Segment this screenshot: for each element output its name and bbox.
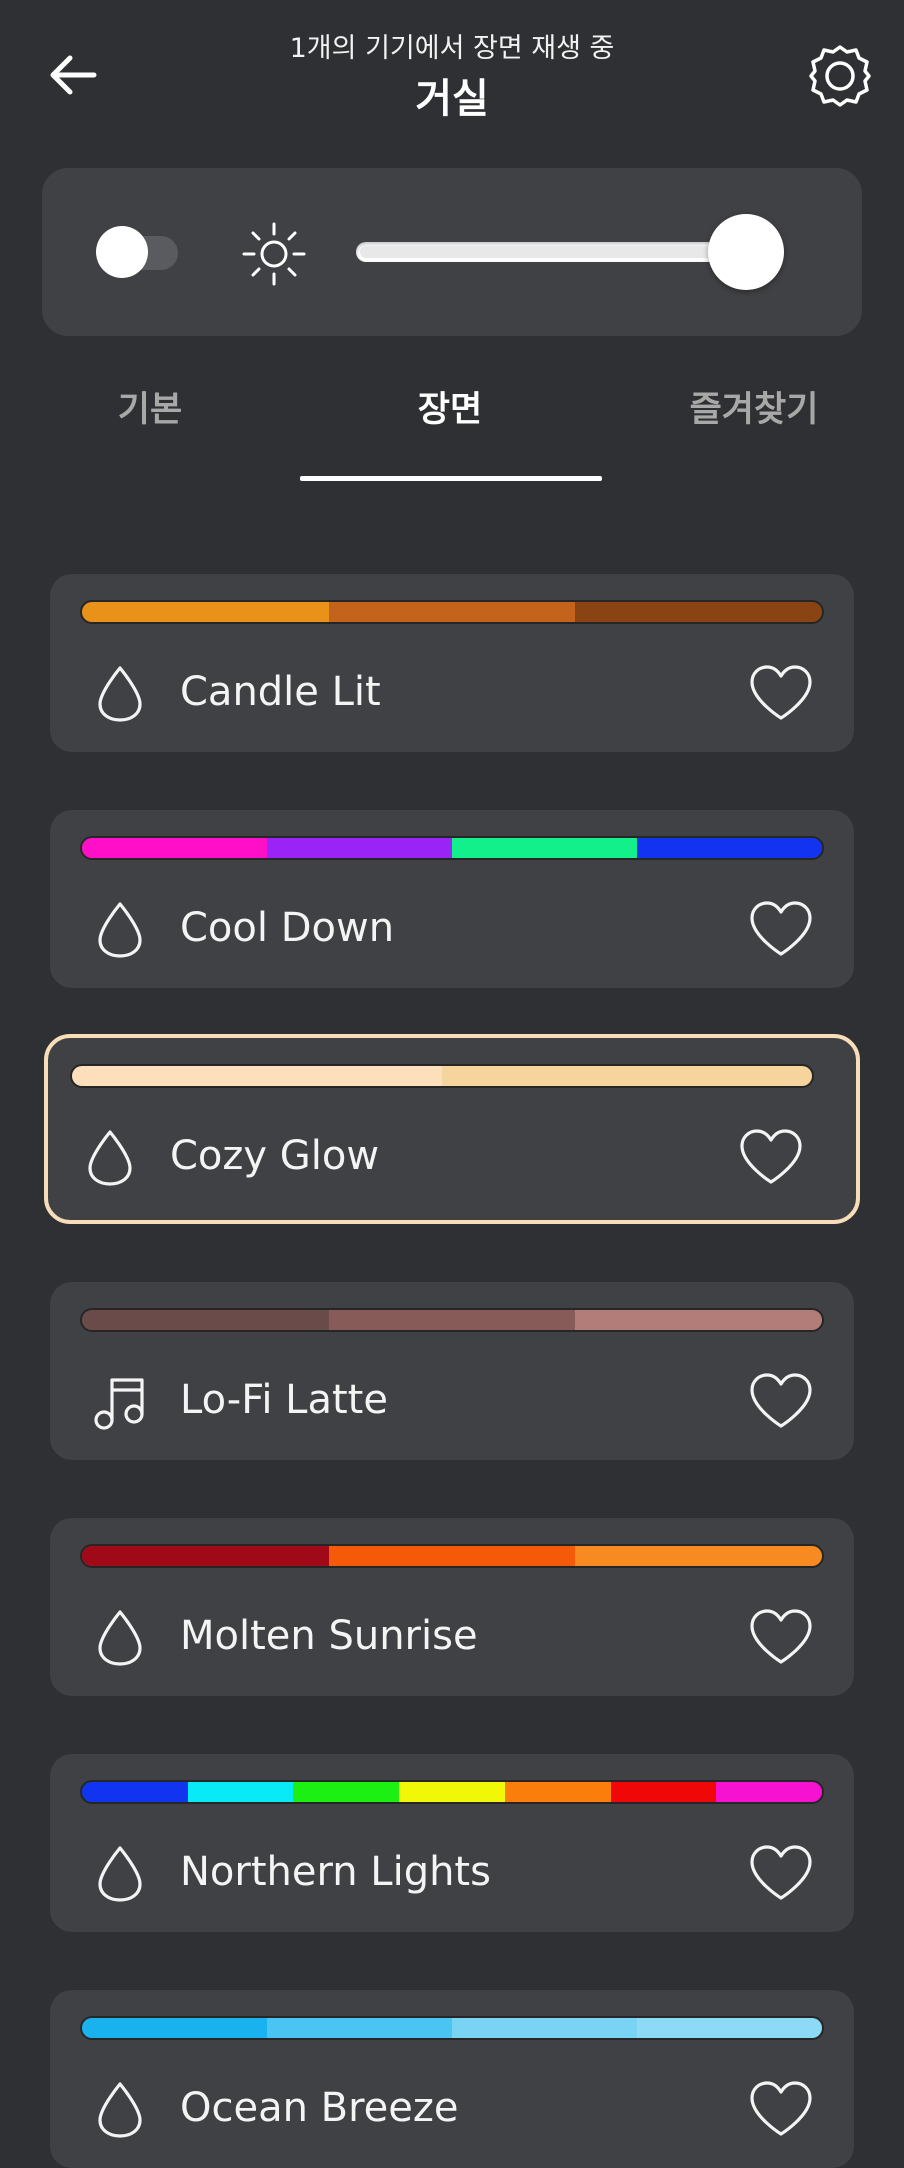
tab-scenes[interactable]: 장면 — [300, 380, 600, 484]
scene-card[interactable]: Cool Down — [50, 810, 854, 988]
scene-card[interactable]: Cozy Glow — [44, 1034, 860, 1224]
color-segment — [82, 2018, 267, 2038]
brightness-thumb[interactable] — [708, 214, 784, 290]
brightness-slider[interactable] — [356, 210, 786, 294]
active-tab-indicator — [300, 476, 602, 481]
color-segment — [575, 1546, 822, 1566]
color-segment — [267, 838, 452, 858]
scene-card[interactable]: Lo-Fi Latte — [50, 1282, 854, 1460]
settings-button[interactable] — [800, 36, 880, 116]
app-header: 1개의 기기에서 장면 재생 중 거실 — [0, 0, 904, 150]
favorite-heart-icon[interactable] — [746, 2078, 816, 2140]
scene-name: Candle Lit — [180, 669, 381, 715]
color-segment — [637, 2018, 822, 2038]
scene-card[interactable]: Ocean Breeze — [50, 1990, 854, 2168]
scene-card[interactable]: Northern Lights — [50, 1754, 854, 1932]
color-segment — [82, 1782, 188, 1802]
scene-color-bar — [80, 836, 824, 860]
scene-color-bar — [80, 1308, 824, 1332]
drop-icon — [90, 1842, 150, 1904]
color-segment — [267, 2018, 452, 2038]
power-toggle[interactable] — [96, 226, 180, 278]
scene-name: Molten Sunrise — [180, 1613, 478, 1659]
scene-name: Cozy Glow — [170, 1133, 380, 1179]
scene-color-bar — [80, 1544, 824, 1568]
scene-name: Lo-Fi Latte — [180, 1377, 388, 1423]
color-segment — [328, 1546, 576, 1566]
favorite-heart-icon[interactable] — [746, 662, 816, 724]
favorite-heart-icon[interactable] — [736, 1126, 806, 1188]
scene-name: Cool Down — [180, 905, 395, 951]
scene-card[interactable]: Candle Lit — [50, 574, 854, 752]
color-segment — [293, 1782, 400, 1802]
color-segment — [82, 602, 329, 622]
favorite-heart-icon[interactable] — [746, 1606, 816, 1668]
page-title: 거실 — [415, 76, 489, 122]
favorite-heart-icon[interactable] — [746, 898, 816, 960]
color-segment — [637, 838, 822, 858]
scene-color-bar — [80, 1780, 824, 1804]
color-segment — [328, 1310, 576, 1330]
color-segment — [72, 1066, 442, 1086]
scene-card[interactable]: Molten Sunrise — [50, 1518, 854, 1696]
scene-name: Ocean Breeze — [180, 2085, 459, 2131]
drop-icon — [90, 898, 150, 960]
favorite-heart-icon[interactable] — [746, 1842, 816, 1904]
color-segment — [82, 838, 267, 858]
drop-icon — [90, 2078, 150, 2140]
tab-favorites[interactable]: 즐겨찾기 — [604, 380, 904, 484]
gear-icon — [809, 45, 871, 107]
favorite-heart-icon[interactable] — [746, 1370, 816, 1432]
scene-color-bar — [80, 600, 824, 624]
scene-color-bar — [70, 1064, 814, 1088]
color-segment — [575, 1310, 822, 1330]
color-segment — [82, 1546, 329, 1566]
color-segment — [716, 1782, 822, 1802]
playback-status: 1개의 기기에서 장면 재생 중 — [289, 33, 615, 64]
color-segment — [504, 1782, 611, 1802]
color-segment — [82, 1310, 329, 1330]
scene-color-bar — [80, 2016, 824, 2040]
brightness-track — [356, 242, 756, 262]
color-segment — [452, 2018, 637, 2038]
scene-name: Northern Lights — [180, 1849, 491, 1895]
color-segment — [399, 1782, 505, 1802]
color-segment — [452, 838, 637, 858]
drop-icon — [80, 1126, 140, 1188]
color-segment — [187, 1782, 294, 1802]
music-note-icon — [90, 1370, 150, 1432]
color-segment — [328, 602, 576, 622]
tab-bar: 기본 장면 즐겨찾기 — [0, 380, 904, 484]
drop-icon — [90, 662, 150, 724]
tab-basic[interactable]: 기본 — [0, 380, 300, 484]
toggle-knob — [96, 226, 148, 278]
color-segment — [442, 1066, 812, 1086]
color-segment — [610, 1782, 717, 1802]
sun-icon — [242, 222, 306, 286]
drop-icon — [90, 1606, 150, 1668]
color-segment — [575, 602, 822, 622]
